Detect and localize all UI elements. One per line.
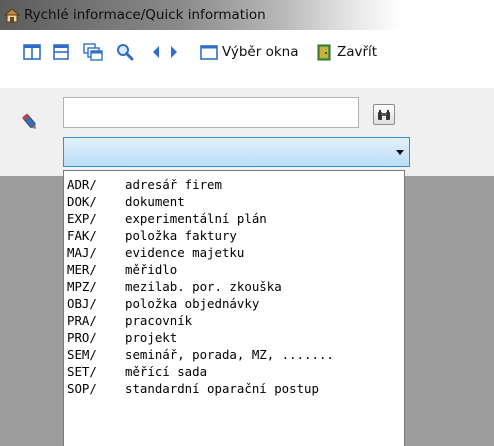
list-item[interactable]: OBJ/položka objednávky [64, 296, 404, 313]
zoom-button[interactable] [116, 40, 134, 64]
list-item[interactable]: SET/měřící sada [64, 364, 404, 381]
list-item[interactable]: MAJ/evidence majetku [64, 245, 404, 262]
magnifier-icon [117, 44, 134, 61]
list-item[interactable]: EXP/experimentální plán [64, 211, 404, 228]
arrow-left-icon [153, 46, 159, 58]
category-dropdown-list: ADR/adresář firem DOK/dokument EXP/exper… [63, 170, 405, 446]
app-window-icon [4, 8, 20, 23]
split-vertical-icon [23, 44, 41, 60]
list-item[interactable]: ADR/adresář firem [64, 177, 404, 194]
list-item[interactable]: MER/měřidlo [64, 262, 404, 279]
list-item[interactable]: PRO/projekt [64, 330, 404, 347]
list-item[interactable]: FAK/položka faktury [64, 228, 404, 245]
chevron-down-icon [396, 150, 404, 155]
close-label: Zavřít [337, 44, 378, 60]
split-horizontal-icon [53, 44, 69, 60]
list-item[interactable]: SEM/seminář, porada, MZ, ....... [64, 347, 404, 364]
list-item[interactable]: DOK/dokument [64, 194, 404, 211]
pen-icon [22, 113, 36, 129]
title-bar: Rychlé informace/Quick information [0, 0, 494, 30]
binoculars-icon [378, 109, 390, 120]
list-item[interactable]: PRA/pracovník [64, 313, 404, 330]
window-select-button[interactable]: Výběr okna [200, 40, 299, 64]
arrow-right-icon [171, 46, 177, 58]
list-item[interactable]: SOP/standardní oparační postup [64, 381, 404, 398]
search-input[interactable] [63, 97, 359, 128]
split-vertical-button[interactable] [23, 40, 41, 64]
window-select-icon [200, 44, 218, 60]
cascade-windows-icon [83, 43, 103, 61]
next-button[interactable] [169, 40, 179, 64]
split-horizontal-button[interactable] [52, 40, 70, 64]
exit-door-icon [317, 44, 331, 61]
cascade-windows-button[interactable] [83, 40, 103, 64]
window-title: Rychlé informace/Quick information [24, 7, 266, 23]
previous-button[interactable] [151, 40, 161, 64]
window-select-label: Výběr okna [222, 44, 299, 60]
list-item[interactable]: MPZ/mezilab. por. zkouška [64, 279, 404, 296]
close-button[interactable]: Zavřít [315, 40, 377, 64]
category-select[interactable] [63, 137, 410, 167]
search-button[interactable] [373, 104, 395, 125]
